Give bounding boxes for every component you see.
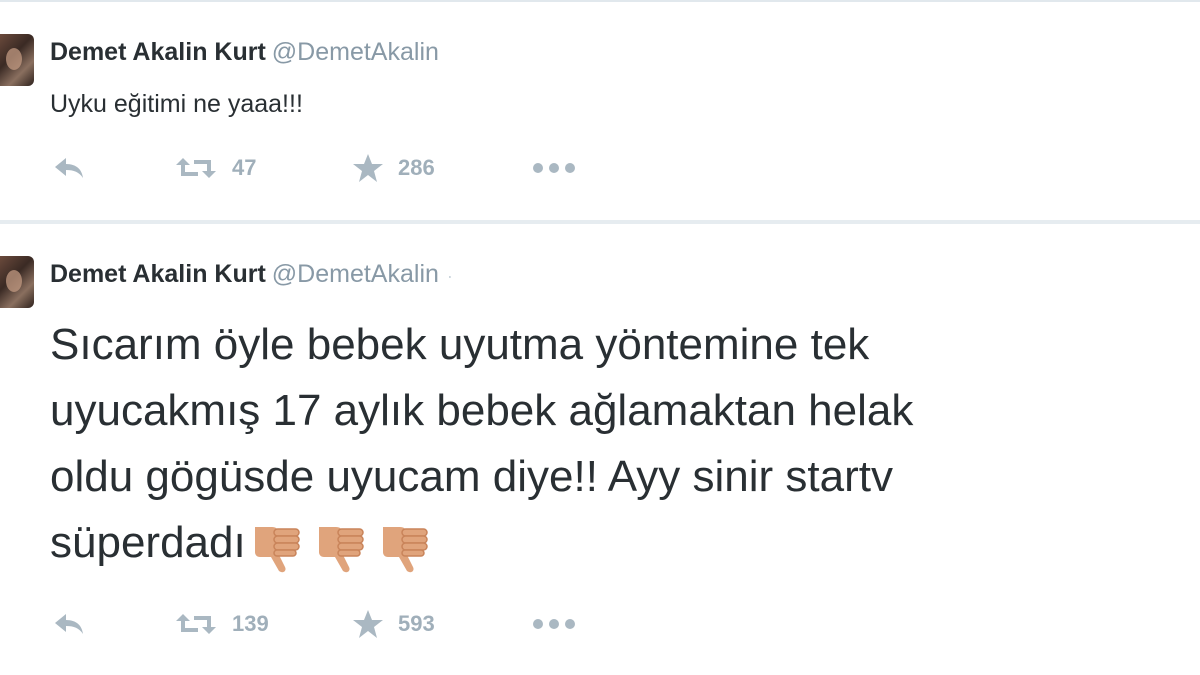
retweet-icon bbox=[176, 158, 216, 178]
tweet-text-line: oldu gögüsde uyucam diye!! Ayy sinir sta… bbox=[50, 452, 893, 501]
tweet-1[interactable]: Demet Akalin Kurt @DemetAkalin Uyku eğiti… bbox=[0, 0, 1200, 222]
tweet-text-line: Sıcarım öyle bebek uyutma yöntemine tek bbox=[50, 320, 870, 369]
thumbs-down-icon bbox=[382, 527, 428, 573]
author-name[interactable]: Demet Akalin Kurt bbox=[50, 38, 266, 66]
favorite-count: 593 bbox=[398, 611, 435, 636]
emoji-group bbox=[252, 514, 444, 580]
retweet-count: 139 bbox=[232, 611, 269, 636]
more-icon bbox=[533, 619, 575, 629]
tweet-actions: 139 593 bbox=[50, 604, 650, 644]
tweet-2[interactable]: Demet Akalin Kurt @DemetAkalin · Sıcarım ö… bbox=[0, 224, 1200, 675]
tweet-text: Uyku eğitimi ne yaaa!!! bbox=[50, 90, 303, 118]
tweet-actions: 47 286 bbox=[50, 148, 650, 188]
avatar[interactable] bbox=[0, 34, 34, 86]
favorite-count: 286 bbox=[398, 155, 435, 180]
author-handle[interactable]: @DemetAkalin bbox=[272, 38, 439, 66]
more-icon bbox=[533, 163, 575, 173]
author-name[interactable]: Demet Akalin Kurt bbox=[50, 260, 266, 288]
timestamp-separator: · bbox=[446, 266, 453, 286]
more-button[interactable] bbox=[532, 604, 576, 644]
tweet-text-line: süperdadı bbox=[50, 518, 246, 567]
reply-button[interactable] bbox=[52, 148, 86, 188]
author-handle[interactable]: @DemetAkalin bbox=[272, 260, 439, 288]
favorite-button[interactable]: 593 bbox=[352, 604, 435, 644]
favorite-button[interactable]: 286 bbox=[352, 148, 435, 188]
tweet-header: Demet Akalin Kurt @DemetAkalin · bbox=[50, 260, 453, 289]
tweet-text-line: uyucakmış 17 aylık bebek ağlamaktan hela… bbox=[50, 386, 914, 435]
retweet-count: 47 bbox=[232, 155, 257, 180]
thumbs-down-icon bbox=[254, 527, 300, 573]
tweet-text-line-last: süperdadı bbox=[50, 510, 1190, 580]
star-icon bbox=[353, 610, 383, 638]
reply-icon bbox=[55, 614, 83, 634]
reply-button[interactable] bbox=[52, 604, 86, 644]
reply-icon bbox=[55, 158, 83, 178]
avatar[interactable] bbox=[0, 256, 34, 308]
tweet-text: Sıcarım öyle bebek uyutma yöntemine tek … bbox=[50, 312, 1190, 580]
retweet-icon bbox=[176, 614, 216, 634]
more-button[interactable] bbox=[532, 148, 576, 188]
star-icon bbox=[353, 154, 383, 182]
retweet-button[interactable]: 139 bbox=[174, 604, 269, 644]
thumbs-down-icon bbox=[318, 527, 364, 573]
tweet-header: Demet Akalin Kurt @DemetAkalin bbox=[50, 38, 439, 67]
retweet-button[interactable]: 47 bbox=[174, 148, 256, 188]
